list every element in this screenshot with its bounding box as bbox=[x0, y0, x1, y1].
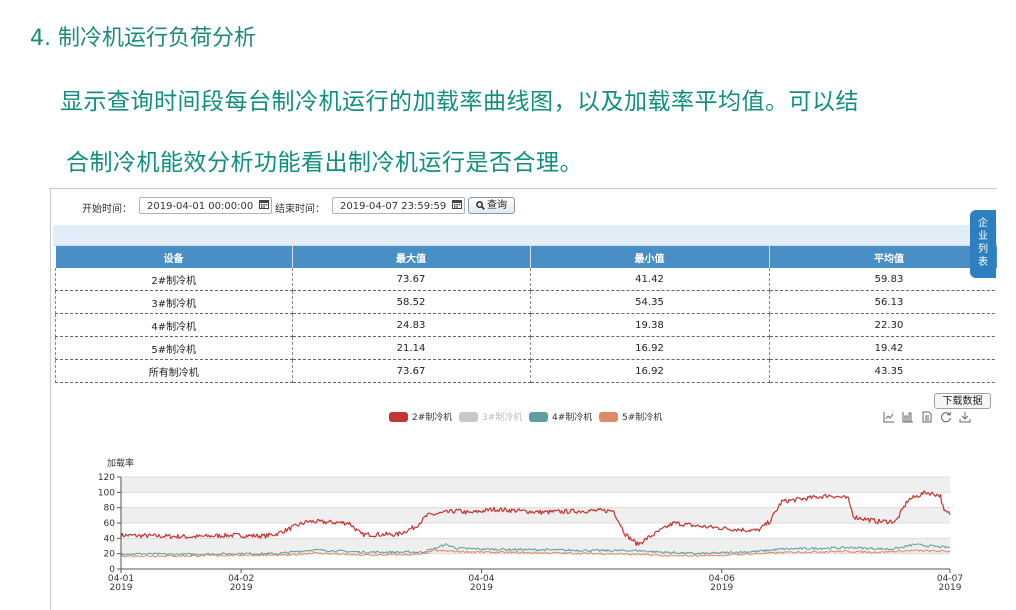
description-line-1: 显示查询时间段每台制冷机运行的加载率曲线图，以及加载率平均值。可以结 bbox=[60, 89, 859, 115]
x-tick-label: 2019 bbox=[939, 583, 962, 593]
y-tick-label: 40 bbox=[104, 534, 116, 544]
side-tab-char: 表 bbox=[978, 257, 988, 268]
chiller-load-panel: 开始时间： 2019-04-01 00:00:00 结束时间： 2019-04-… bbox=[50, 188, 997, 610]
section-heading: 4. 制冷机运行负荷分析 bbox=[30, 26, 256, 51]
side-tab-char: 企 bbox=[978, 218, 988, 229]
grid-band bbox=[121, 507, 950, 523]
y-tick-label: 80 bbox=[104, 504, 116, 514]
y-tick-label: 20 bbox=[104, 550, 116, 560]
enterprise-list-tab[interactable]: 企 业 列 表 bbox=[970, 210, 996, 278]
x-tick-label: 2019 bbox=[710, 583, 733, 593]
y-tick-label: 60 bbox=[104, 519, 116, 529]
side-tab-char: 列 bbox=[978, 244, 988, 255]
x-tick-label: 2019 bbox=[110, 583, 133, 593]
grid-band bbox=[121, 477, 950, 493]
x-tick-label: 2019 bbox=[230, 583, 253, 593]
x-tick-label: 2019 bbox=[470, 583, 493, 593]
y-tick-label: 120 bbox=[98, 473, 115, 483]
side-tab-char: 业 bbox=[978, 231, 988, 242]
description-line-2: 合制冷机能效分析功能看出制冷机运行是否合理。 bbox=[66, 150, 583, 176]
y-axis-label: 加载率 bbox=[107, 457, 134, 469]
y-tick-label: 100 bbox=[98, 488, 115, 498]
load-rate-chart: 02040608010012004-01201904-02201904-0420… bbox=[98, 457, 963, 593]
